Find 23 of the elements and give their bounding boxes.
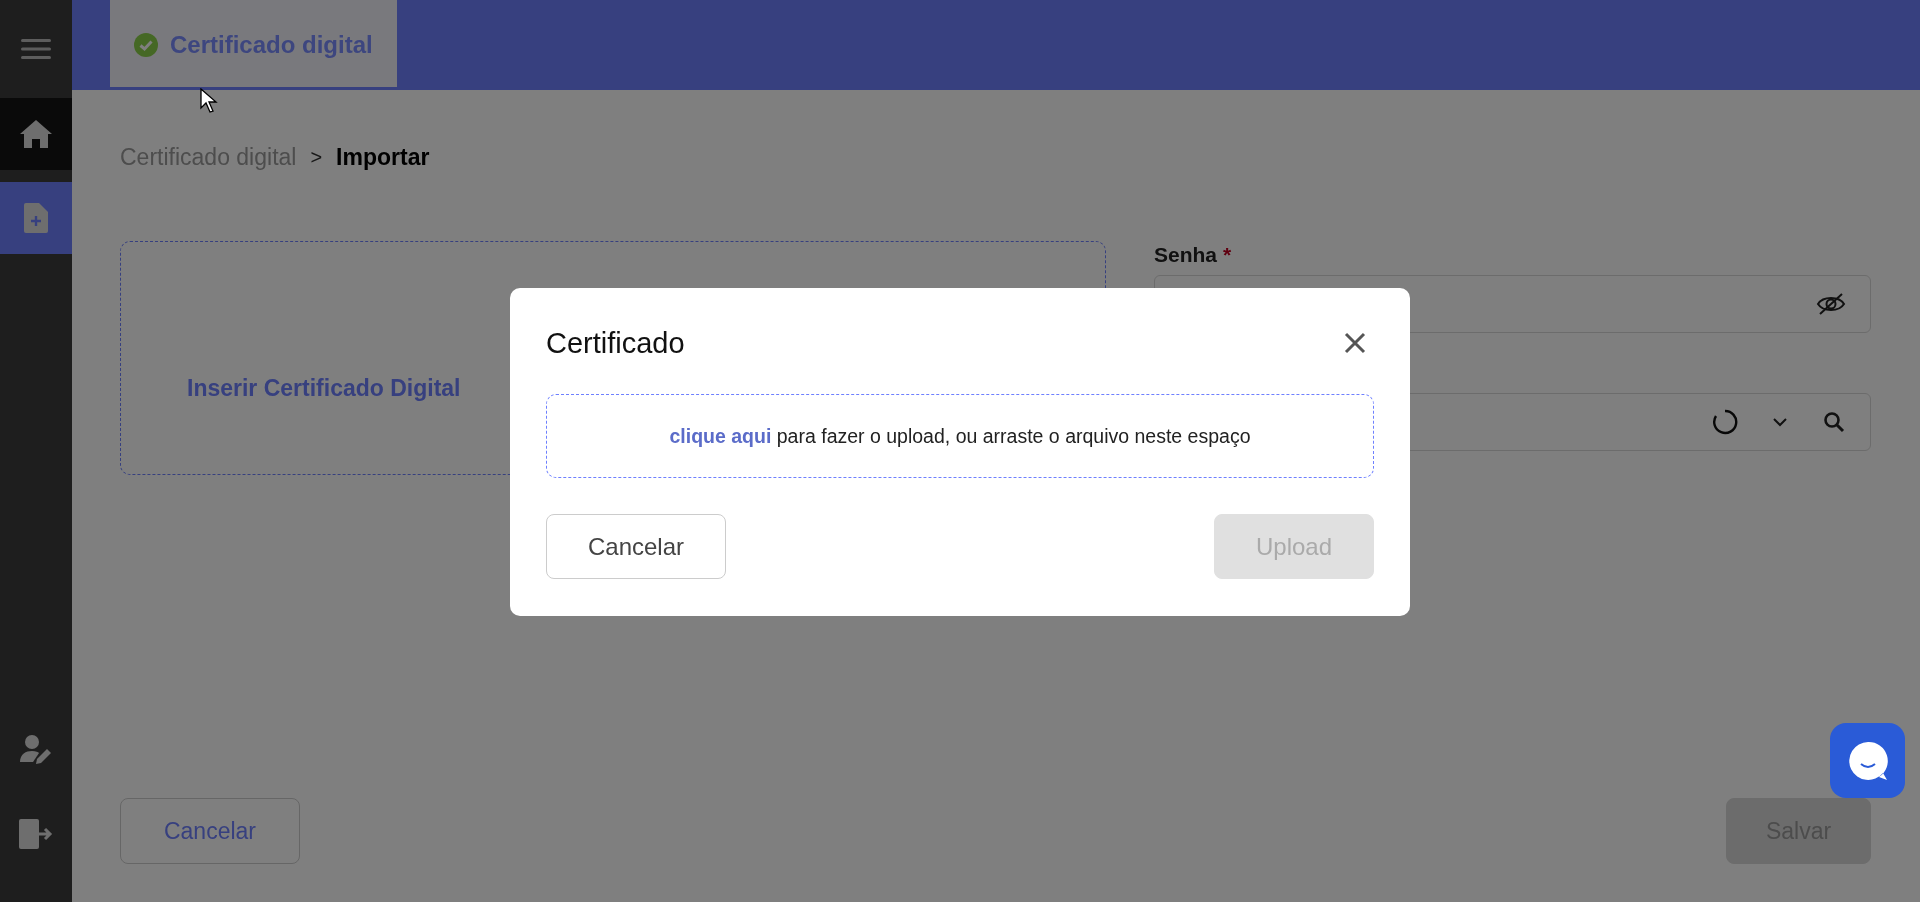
tab[interactable]: Certificado digital (110, 0, 397, 90)
upload-link[interactable]: clique aqui (669, 424, 772, 447)
breadcrumb-item: Importar (336, 144, 430, 171)
upload-dropzone[interactable]: clique aqui para fazer o upload, ou arraste o arquivo neste espaço (546, 394, 1374, 478)
required-mark: * (1223, 243, 1232, 267)
chevron-down-icon[interactable] (1772, 417, 1788, 427)
chat-button[interactable] (1830, 723, 1905, 798)
logout-icon (19, 819, 53, 849)
close-icon[interactable] (1344, 332, 1366, 354)
cancel-button[interactable]: Cancelar (546, 514, 726, 579)
sidebar-item[interactable] (0, 98, 72, 170)
document-add-icon (24, 203, 48, 233)
breadcrumb-separator: > (310, 146, 323, 169)
upload-instructions: clique aqui para fazer o upload, ou arraste o arquivo neste espaço (669, 424, 1251, 448)
home-icon (19, 119, 53, 149)
search-icon[interactable] (1822, 410, 1846, 434)
modal-title: Certificado (546, 326, 685, 360)
field-label: Senha (1154, 243, 1218, 267)
cursor-icon (200, 88, 218, 114)
chat-bubble-icon (1846, 739, 1889, 782)
eye-off-icon (1816, 292, 1846, 316)
cancel-button[interactable]: Cancelar (120, 798, 300, 864)
user-edit-icon (20, 734, 52, 766)
